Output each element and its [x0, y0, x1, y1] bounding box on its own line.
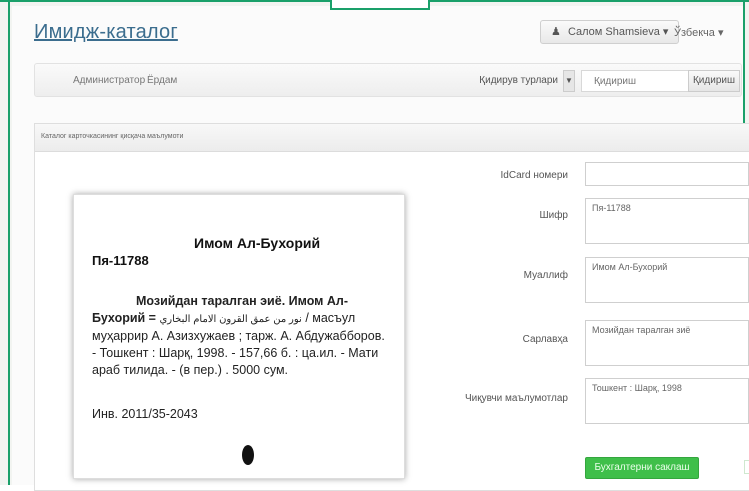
frame-border-left — [8, 0, 10, 485]
user-menu-button[interactable]: ♟ Салом Shamsieva ▾ — [540, 20, 680, 44]
frame-notch — [330, 0, 430, 10]
card-line-3: муҳаррир А. Азизхужаев ; тарж. А. Абдужа… — [92, 329, 385, 343]
idcard-label: IdCard номери — [500, 170, 568, 181]
shifr-field[interactable]: Пя-11788 — [585, 198, 749, 244]
idcard-field[interactable] — [585, 162, 749, 186]
user-name: Салом Shamsieva — [567, 26, 660, 38]
card-title: Имом Ал-Бухорий — [194, 235, 321, 251]
card-line-2: Бухорий = نور من عمق القرون الامام البخا… — [92, 310, 402, 328]
card-line-4: - Тошкент : Шарқ, 1998. - 157,66 б. : ца… — [92, 346, 379, 360]
catalog-card-image: Имом Ал-Бухорий Пя-11788 Мозийдан тарал­… — [73, 194, 405, 479]
nav-link-help[interactable]: Ёрдам — [147, 75, 177, 86]
search-input[interactable] — [581, 70, 689, 92]
user-icon: ♟ — [551, 26, 561, 38]
author-field[interactable]: Имом Ал-Бухорий — [585, 257, 749, 303]
card-arabic-title: نور من عمق القرون الامام البخاري — [159, 314, 302, 325]
side-marker — [744, 460, 749, 474]
card-punch-hole — [242, 445, 254, 465]
screenshot-frame: Имидж-каталог ♟ Салом Shamsieva ▾ Ўзбекч… — [0, 0, 749, 491]
author-label: Муаллиф — [523, 270, 568, 281]
card-shifr: Пя-11788 — [92, 253, 149, 268]
card-line-2-bold: Бухорий = — [92, 311, 160, 325]
search-type-select[interactable]: Қидирув турлари — [470, 70, 560, 92]
search-button[interactable]: Қидириш — [688, 70, 740, 92]
language-select[interactable]: Ўзбекча ▾ — [674, 26, 723, 39]
shifr-label: Шифр — [539, 210, 568, 221]
search-type-caret[interactable]: ▼ — [563, 70, 575, 92]
navbar: Администратор Ёрдам Қидирув турлари ▼ Қи… — [34, 63, 742, 97]
publication-field[interactable]: Тошкент : Шарқ, 1998 — [585, 378, 749, 424]
publication-label: Чиқувчи маълумотлар — [464, 393, 568, 404]
language-label: Ўзбекча — [674, 27, 715, 39]
card-inventory: Инв. 2011/35-2043 — [92, 407, 198, 421]
chevron-down-icon: ▾ — [717, 27, 724, 39]
title-field[interactable]: Мозийдан таралган зиё — [585, 320, 749, 366]
chevron-down-icon: ▾ — [662, 26, 669, 38]
panel-header: Каталог карточкасининг қисқача маълумоти — [35, 124, 749, 152]
page: Имидж-каталог ♟ Салом Shamsieva ▾ Ўзбекч… — [12, 6, 749, 491]
title-label: Сарлавҳа — [522, 334, 568, 345]
card-line-2-rest: / масъул — [301, 311, 356, 325]
brand-link[interactable]: Имидж-каталог — [34, 21, 178, 44]
card-bold-title: Мозийдан тарал­ган эиё. Имом Ал- — [136, 294, 349, 308]
panel-title: Каталог карточкасининг қисқача маълумоти — [41, 133, 184, 140]
card-description: Мозийдан тарал­ган эиё. Имом Ал- Бухорий… — [92, 293, 402, 379]
nav-link-admin[interactable]: Администратор — [73, 75, 145, 86]
save-button[interactable]: Бухгалтерни саклаш — [585, 457, 699, 479]
card-line-5: араб тилида. - (в пер.) . 5000 сум. — [92, 363, 289, 377]
